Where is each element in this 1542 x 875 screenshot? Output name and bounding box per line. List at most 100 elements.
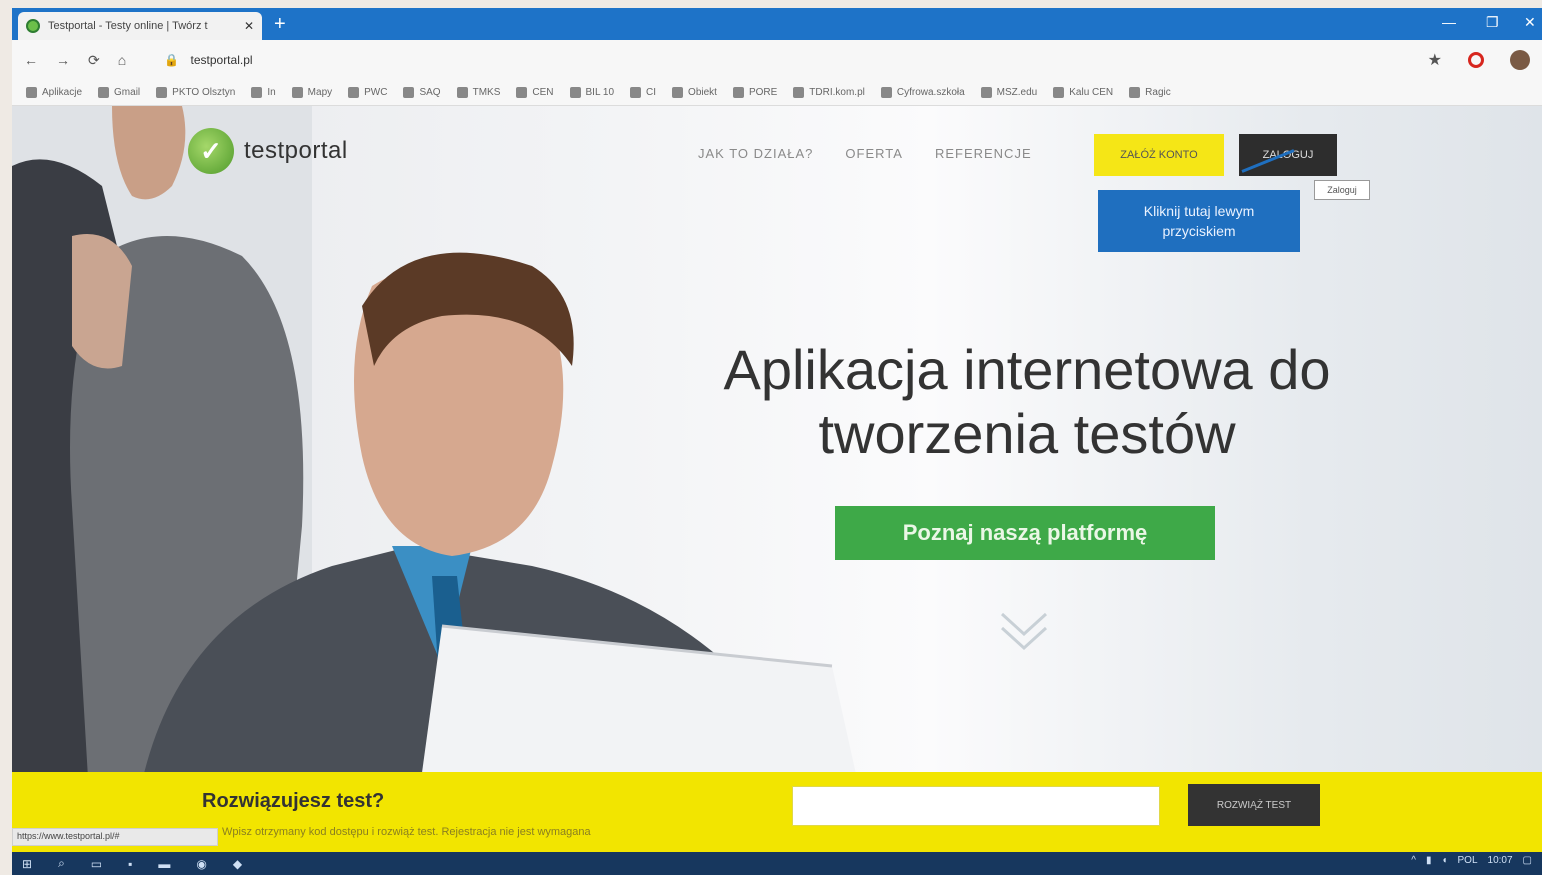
windows-start-icon[interactable]: ⊞: [22, 857, 32, 871]
bookmark-item[interactable]: Gmail: [98, 87, 140, 98]
bookmark-label: CI: [646, 87, 657, 98]
bookmark-item[interactable]: SAQ: [403, 87, 441, 98]
solve-test-button[interactable]: ROZWIĄŻ TEST: [1188, 784, 1320, 826]
bookmark-item[interactable]: PWC: [348, 87, 387, 98]
bookmark-favicon-icon: [880, 87, 892, 98]
tray-clock[interactable]: 10:07: [1488, 855, 1513, 866]
explore-platform-button[interactable]: Poznaj naszą platformę: [835, 506, 1215, 560]
headline-line-2: tworzenia testów: [818, 402, 1236, 465]
bookmark-item[interactable]: Ragic: [1129, 87, 1171, 98]
bookmark-item[interactable]: TMKS: [456, 87, 501, 98]
bookmark-item[interactable]: Obiekt: [672, 87, 717, 98]
bookmark-label: PKTO Olsztyn: [172, 87, 236, 98]
bookmark-star-icon[interactable]: ★: [1428, 50, 1442, 70]
bookmark-favicon-icon: [569, 87, 581, 98]
bookmark-favicon-icon: [1129, 87, 1141, 98]
bookmark-favicon-icon: [1053, 87, 1065, 98]
opera-extension-icon[interactable]: [1468, 52, 1484, 68]
search-icon[interactable]: ⌕: [58, 856, 65, 871]
hero-man-image: [132, 252, 872, 846]
bookmark-label: CEN: [532, 87, 554, 98]
bookmark-label: SAQ: [419, 87, 441, 98]
bookmark-item[interactable]: PKTO Olsztyn: [156, 87, 235, 98]
bookmark-item[interactable]: Mapy: [291, 87, 333, 98]
instruction-callout: Kliknij tutaj lewym przyciskiem: [1098, 190, 1300, 252]
check-logo-icon: ✓: [188, 128, 234, 174]
bookmark-favicon-icon: [403, 87, 415, 98]
bookmark-label: BIL 10: [585, 87, 615, 98]
bookmark-item[interactable]: BIL 10: [569, 87, 615, 98]
main-nav: JAK TO DZIAŁA? OFERTA REFERENCJE: [698, 146, 1032, 161]
status-bar-url: https://www.testportal.pl/#: [12, 828, 218, 846]
home-icon[interactable]: ⌂: [118, 52, 126, 68]
bookmark-favicon-icon: [251, 87, 263, 98]
profile-avatar[interactable]: [1510, 50, 1530, 70]
close-icon[interactable]: ✕: [244, 19, 254, 33]
bookmark-item[interactable]: PORE: [732, 87, 778, 98]
bookmark-label: Aplikacje: [42, 87, 83, 98]
website-hero: ✓ testportal JAK TO DZIAŁA? OFERTA REFER…: [12, 106, 1542, 846]
access-code-input[interactable]: [792, 786, 1160, 826]
bookmark-item[interactable]: Cyfrowa.szkoła: [880, 87, 965, 98]
nav-offer[interactable]: OFERTA: [845, 146, 903, 161]
reload-icon[interactable]: ⟳: [88, 52, 100, 69]
bookmarks-bar: Aplikacje Gmail PKTO Olsztyn In Mapy PWC SAQ TM…: [12, 80, 1542, 106]
bookmark-favicon-icon: [156, 87, 168, 98]
browser-tabbar: Testportal - Testy online | Twórz t ✕ + …: [12, 8, 1542, 40]
notification-icon[interactable]: ▢: [1523, 855, 1532, 866]
url-field[interactable]: 🔒 testportal.pl: [164, 53, 1409, 67]
bookmark-label: TMKS: [472, 87, 501, 98]
new-tab-button[interactable]: +: [274, 14, 286, 34]
bookmark-label: Obiekt: [688, 87, 717, 98]
bookmark-label: PWC: [364, 87, 388, 98]
bookmark-favicon-icon: [98, 87, 110, 98]
bookmark-label: In: [267, 87, 276, 98]
bookmark-favicon-icon: [516, 87, 528, 98]
browser-tab[interactable]: Testportal - Testy online | Twórz t ✕: [18, 12, 262, 40]
pinned-app-icon[interactable]: ◆: [233, 857, 242, 871]
bookmark-item[interactable]: In: [251, 87, 276, 98]
windows-taskbar: ⊞ ⌕ ▭ ▪ ▬ ◉ ◆ ^ ▮ ◖ POL 10:07 ▢: [12, 852, 1542, 875]
tray-lang[interactable]: POL: [1458, 855, 1478, 866]
maximize-icon[interactable]: ❐: [1486, 14, 1499, 31]
login-button[interactable]: ZALOGUJ: [1239, 134, 1337, 176]
bookmark-label: TDRI.kom.pl: [809, 87, 865, 98]
tray-up-icon[interactable]: ^: [1411, 855, 1416, 866]
bookmark-item[interactable]: Kalu CEN: [1053, 87, 1113, 98]
bookmark-item[interactable]: Aplikacje: [26, 87, 82, 98]
register-button[interactable]: ZAŁÓŻ KONTO: [1094, 134, 1224, 176]
headline-line-1: Aplikacja internetowa do: [723, 338, 1331, 401]
chrome-icon[interactable]: ◉: [196, 857, 206, 871]
forward-arrow-icon[interactable]: →: [56, 52, 70, 68]
network-icon[interactable]: ▮: [1426, 855, 1432, 866]
bookmark-favicon-icon: [291, 87, 303, 98]
back-arrow-icon[interactable]: ←: [24, 52, 38, 68]
tab-title: Testportal - Testy online | Twórz t: [48, 20, 208, 32]
bookmark-item[interactable]: CEN: [516, 87, 554, 98]
bookmark-label: Kalu CEN: [1069, 87, 1114, 98]
bookmark-item[interactable]: MSZ.edu: [980, 87, 1038, 98]
bookmark-item[interactable]: TDRI.kom.pl: [793, 87, 865, 98]
bookmark-favicon-icon: [793, 87, 805, 98]
testportal-favicon-icon: [26, 19, 40, 33]
scroll-down-chevron-icon[interactable]: [996, 606, 1052, 656]
bookmark-favicon-icon: [630, 87, 642, 98]
bookmark-favicon-icon: [456, 87, 468, 98]
bookmark-label: PORE: [748, 87, 778, 98]
nav-how-it-works[interactable]: JAK TO DZIAŁA?: [698, 146, 813, 161]
testportal-logo[interactable]: ✓ testportal: [188, 128, 348, 174]
bookmark-label: Gmail: [114, 87, 141, 98]
url-text: testportal.pl: [190, 53, 253, 67]
nav-references[interactable]: REFERENCJE: [935, 146, 1032, 161]
minimize-icon[interactable]: —: [1442, 14, 1456, 30]
bookmark-label: MSZ.edu: [996, 87, 1038, 98]
lock-icon: 🔒: [164, 53, 180, 67]
bookmark-label: Mapy: [307, 87, 333, 98]
app-icon[interactable]: ▪: [128, 857, 132, 871]
close-window-icon[interactable]: ✕: [1524, 14, 1536, 31]
task-view-icon[interactable]: ▭: [91, 857, 102, 871]
file-explorer-icon[interactable]: ▬: [158, 857, 170, 871]
bookmark-item[interactable]: CI: [630, 87, 656, 98]
volume-icon[interactable]: ◖: [1441, 855, 1447, 866]
login-tooltip: Zaloguj: [1314, 180, 1370, 200]
